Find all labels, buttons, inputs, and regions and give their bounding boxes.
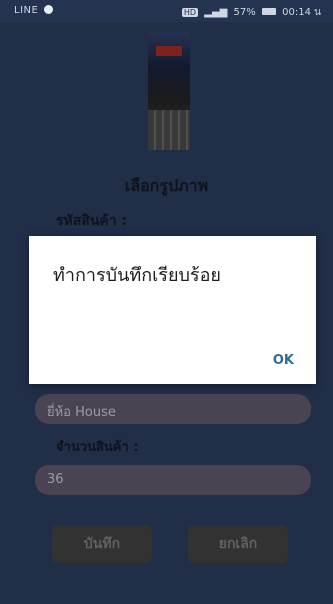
battery-icon: [261, 8, 276, 15]
dialog-message: ทำการบันทึกเรียบร้อย: [53, 265, 221, 286]
signal-icon: ▂▄▆: [204, 7, 228, 18]
status-right: HD ▂▄▆ 57% 00:14 น: [179, 5, 321, 20]
status-bar: LINE HD ▂▄▆ 57% 00:14 น: [0, 0, 333, 22]
dialog-ok-button[interactable]: OK: [273, 353, 294, 368]
line-app-icon: [44, 5, 54, 14]
carrier-label: LINE: [14, 5, 39, 16]
volte-icon: HD: [181, 8, 199, 17]
status-left: LINE: [14, 5, 54, 16]
clock: 00:14 น: [282, 7, 321, 18]
battery-percent: 57%: [233, 7, 256, 18]
save-success-dialog: ทำการบันทึกเรียบร้อย OK: [29, 236, 316, 384]
